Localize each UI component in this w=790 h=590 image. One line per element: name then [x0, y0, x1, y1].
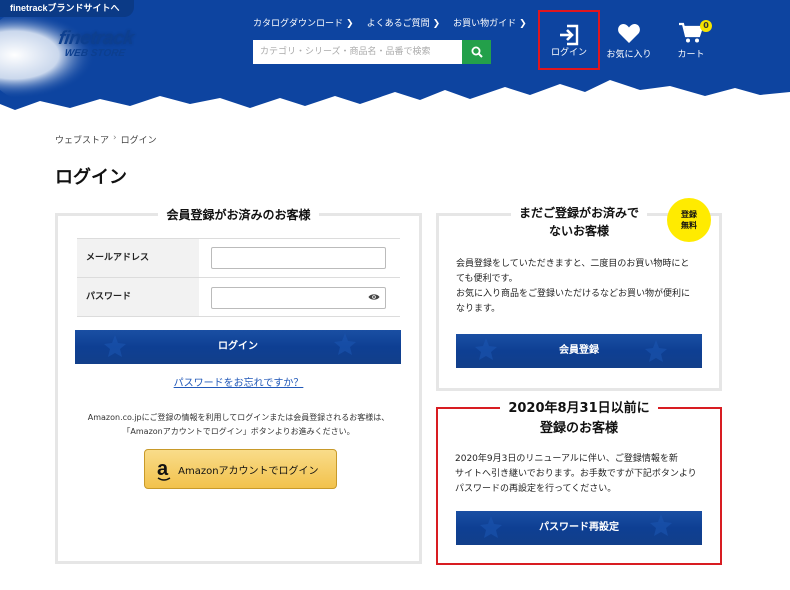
- legacy-customer-description: 2020年9月3日のリニューアルに伴い、ご登録情報を新 サイトへ引き継いでおりま…: [455, 454, 697, 494]
- favorites-header-button[interactable]: お気に入り: [598, 10, 660, 70]
- register-button[interactable]: 会員登録: [456, 334, 702, 368]
- chevron-right-icon: ❯: [519, 19, 527, 29]
- site-header: finetrackブランドサイトへ finetrack WEB STORE カタ…: [0, 0, 790, 118]
- amazon-login-note: Amazon.co.jpにご登録の情報を利用してログインまたは会員登録されるお客…: [87, 413, 390, 436]
- login-icon: [560, 24, 579, 46]
- forgot-password-link[interactable]: パスワードをお忘れですか？: [58, 374, 419, 389]
- password-label: パスワード: [77, 278, 199, 316]
- breadcrumb-home-link[interactable]: ウェブストア: [55, 133, 109, 146]
- email-row: メールアドレス: [77, 239, 400, 278]
- legacy-customer-panel: 2020年8月31日以前に 登録のお客様 2020年9月3日のリニューアルに伴い…: [436, 401, 722, 565]
- login-form: メールアドレス パスワード: [77, 238, 400, 317]
- free-registration-badge: 登録 無料: [667, 198, 711, 242]
- logo-main-text: finetrack: [57, 28, 135, 49]
- eye-icon[interactable]: [368, 293, 380, 301]
- search-input[interactable]: [253, 40, 462, 64]
- amazon-login-button[interactable]: a Amazonアカウントでログイン: [144, 449, 337, 489]
- shopping-guide-link[interactable]: お買い物ガイド ❯: [453, 16, 527, 29]
- password-row: パスワード: [77, 278, 400, 317]
- member-login-panel: 会員登録がお済みのお客様 メールアドレス パスワード ログイン パスワードをお忘…: [55, 208, 422, 564]
- search-button[interactable]: [462, 40, 491, 64]
- logo-sub-text: WEB STORE: [63, 48, 126, 59]
- login-header-button[interactable]: ログイン: [538, 10, 600, 70]
- chevron-right-icon: ❯: [346, 19, 354, 29]
- cart-count-badge: 0: [700, 20, 712, 32]
- cart-header-button[interactable]: 0 カート: [660, 10, 722, 70]
- heart-icon: [618, 24, 640, 43]
- email-label: メールアドレス: [77, 239, 199, 277]
- breadcrumb: ウェブストア › ログイン: [55, 133, 157, 146]
- faq-link[interactable]: よくあるご質問 ❯: [367, 16, 441, 29]
- chevron-right-icon: ❯: [432, 19, 441, 29]
- breadcrumb-separator: ›: [113, 133, 117, 143]
- amazon-logo-icon: a: [157, 458, 171, 481]
- amazon-login-label: Amazonアカウントでログイン: [178, 465, 319, 477]
- new-customer-description: 会員登録をしていただきますと、二度目のお買い物時にと ても便利です。 お気に入り…: [456, 259, 691, 314]
- password-field[interactable]: [211, 286, 386, 309]
- legacy-customer-title: 2020年8月31日以前に 登録のお客様: [438, 399, 720, 439]
- page-title: ログイン: [55, 167, 127, 188]
- password-reset-button[interactable]: パスワード再設定: [456, 511, 702, 545]
- email-field[interactable]: [211, 247, 386, 269]
- search-bar: [253, 40, 491, 64]
- member-login-title: 会員登録がお済みのお客様: [58, 206, 419, 223]
- header-top-links: カタログダウンロード ❯ よくあるご質問 ❯ お買い物ガイド ❯: [253, 16, 527, 29]
- site-logo[interactable]: finetrack WEB STORE: [56, 28, 135, 59]
- brand-site-link[interactable]: finetrackブランドサイトへ: [0, 0, 134, 17]
- catalog-download-link[interactable]: カタログダウンロード ❯: [253, 16, 354, 29]
- breadcrumb-current: ログイン: [120, 136, 157, 146]
- login-button[interactable]: ログイン: [75, 330, 401, 364]
- search-icon: [471, 46, 483, 58]
